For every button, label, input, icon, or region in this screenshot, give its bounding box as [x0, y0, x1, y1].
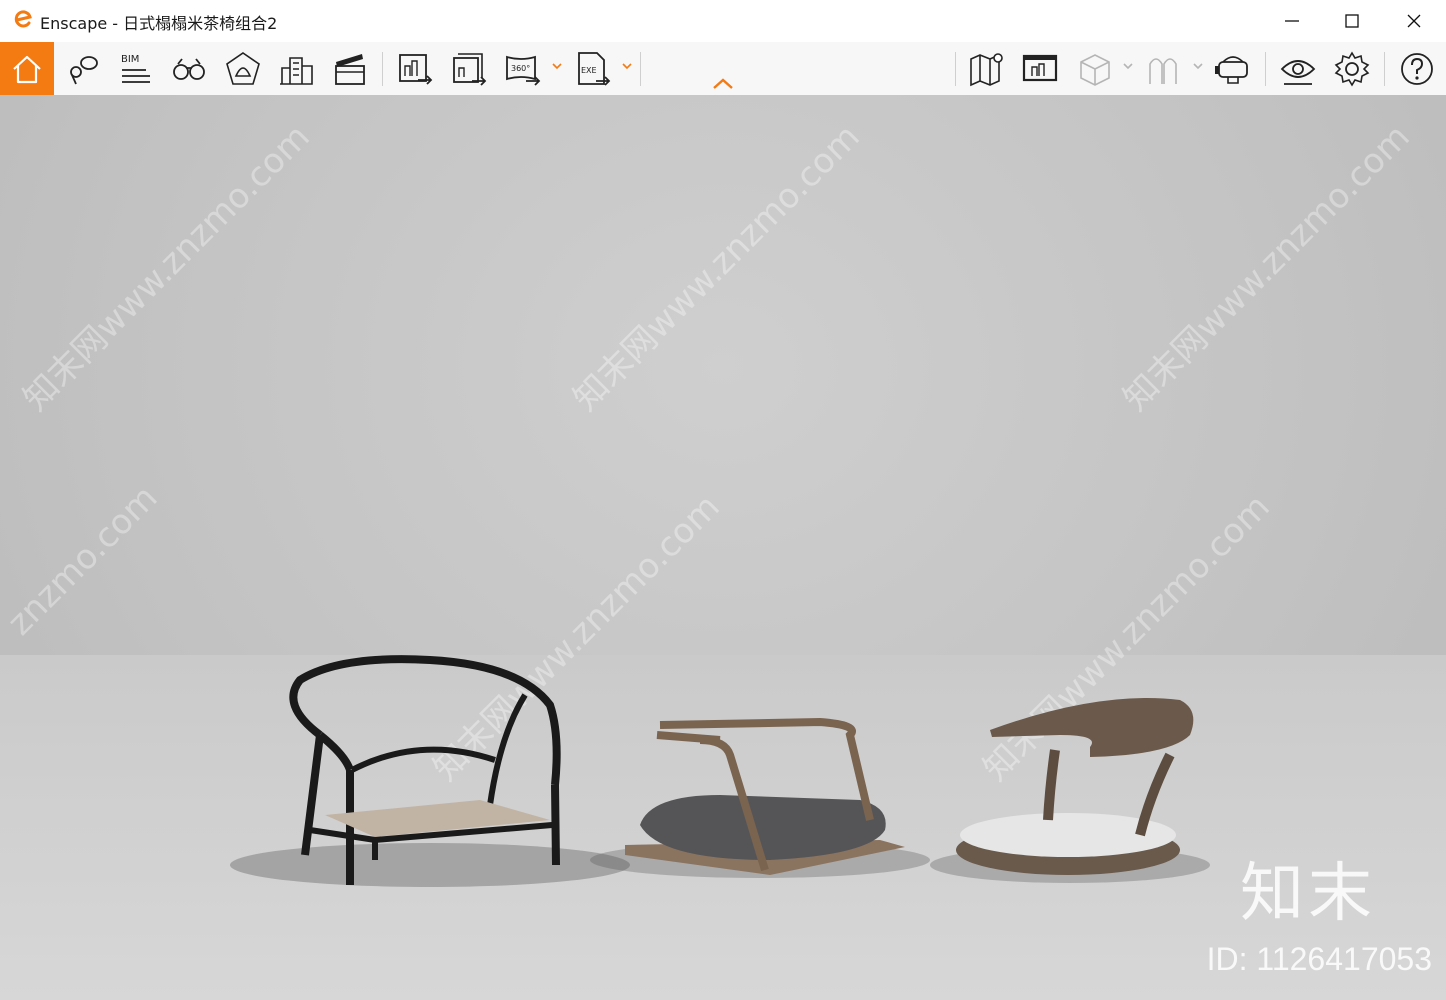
- toolbar-separator: [382, 52, 383, 86]
- panorama-360-button[interactable]: 360°: [500, 46, 546, 92]
- batch-render-icon: [453, 53, 487, 86]
- chevron-up-icon[interactable]: [712, 76, 734, 90]
- close-button[interactable]: [1384, 0, 1444, 42]
- home-button[interactable]: [0, 42, 54, 95]
- vr-headset-button[interactable]: [1210, 46, 1256, 92]
- binoculars-button[interactable]: [166, 46, 212, 92]
- image-id-label: ID: 1126417053: [1206, 941, 1432, 977]
- cube-icon: [1080, 54, 1110, 86]
- bell-icon: [226, 52, 260, 85]
- help-icon: [1401, 53, 1433, 85]
- people-icon: [1149, 58, 1177, 84]
- maximize-icon: [1345, 14, 1359, 28]
- toolbar-separator: [955, 52, 956, 86]
- bim-label: BIM: [121, 54, 139, 65]
- visual-settings-eye-icon: [1280, 60, 1316, 85]
- close-icon: [1407, 14, 1421, 28]
- panorama-360-icon: 360°: [506, 55, 541, 86]
- render-screenshot-button[interactable]: [392, 46, 438, 92]
- export-dropdown-icon[interactable]: [621, 60, 633, 72]
- help-button[interactable]: [1394, 46, 1440, 92]
- gear-icon: [1334, 51, 1370, 87]
- bell-button[interactable]: [220, 46, 266, 92]
- presentation-button[interactable]: [1017, 46, 1063, 92]
- people-dropdown-icon[interactable]: [1192, 60, 1204, 72]
- enscape-logo-icon: [14, 10, 32, 28]
- render-screenshot-icon: [399, 54, 433, 85]
- exe-label: EXE: [581, 66, 597, 75]
- minimize-button[interactable]: [1262, 0, 1322, 42]
- round-base-chair: [956, 698, 1194, 875]
- clapperboard-icon: [335, 54, 365, 85]
- title-bar: Enscape - 日式榻榻米茶椅组合2: [0, 0, 1446, 42]
- render-viewport[interactable]: 知末网www.znzmo.com 知末网www.znzmo.com 知末网www…: [0, 95, 1446, 1000]
- panorama-label: 360°: [511, 64, 530, 73]
- toolbar-separator: [1265, 52, 1266, 86]
- export-exe-button[interactable]: EXE: [570, 46, 616, 92]
- minimize-icon: [1285, 20, 1299, 22]
- map-button[interactable]: [964, 46, 1010, 92]
- buildings-button[interactable]: [274, 46, 320, 92]
- export-exe-icon: EXE: [578, 52, 611, 86]
- wood-frame-cushion-chair: [625, 717, 905, 875]
- buildings-icon: [280, 57, 313, 85]
- bim-icon: BIM: [121, 54, 150, 83]
- main-toolbar: BIM 360° EXE: [0, 42, 1446, 96]
- cube-button[interactable]: [1072, 46, 1118, 92]
- settings-button[interactable]: [1329, 46, 1375, 92]
- scene-render: [230, 655, 1210, 887]
- bim-button[interactable]: BIM: [112, 46, 158, 92]
- vr-headset-icon: [1215, 56, 1248, 84]
- visual-settings-button[interactable]: [1275, 46, 1321, 92]
- people-button[interactable]: [1140, 46, 1186, 92]
- map-icon: [970, 53, 1003, 87]
- home-icon: [13, 55, 41, 83]
- panorama-dropdown-icon[interactable]: [551, 60, 563, 72]
- presentation-icon: [1022, 54, 1058, 82]
- binoculars-icon: [173, 58, 205, 80]
- location-pin-icon: [70, 56, 98, 85]
- brand-watermark: 知末: [1240, 857, 1376, 931]
- location-pin-button[interactable]: [58, 46, 104, 92]
- window-title: Enscape - 日式榻榻米茶椅组合2: [40, 14, 278, 33]
- cube-dropdown-icon[interactable]: [1122, 60, 1134, 72]
- batch-render-button[interactable]: [446, 46, 492, 92]
- toolbar-separator: [640, 52, 641, 86]
- toolbar-separator: [1384, 52, 1385, 86]
- clapperboard-button[interactable]: [327, 46, 373, 92]
- maximize-button[interactable]: [1322, 0, 1382, 42]
